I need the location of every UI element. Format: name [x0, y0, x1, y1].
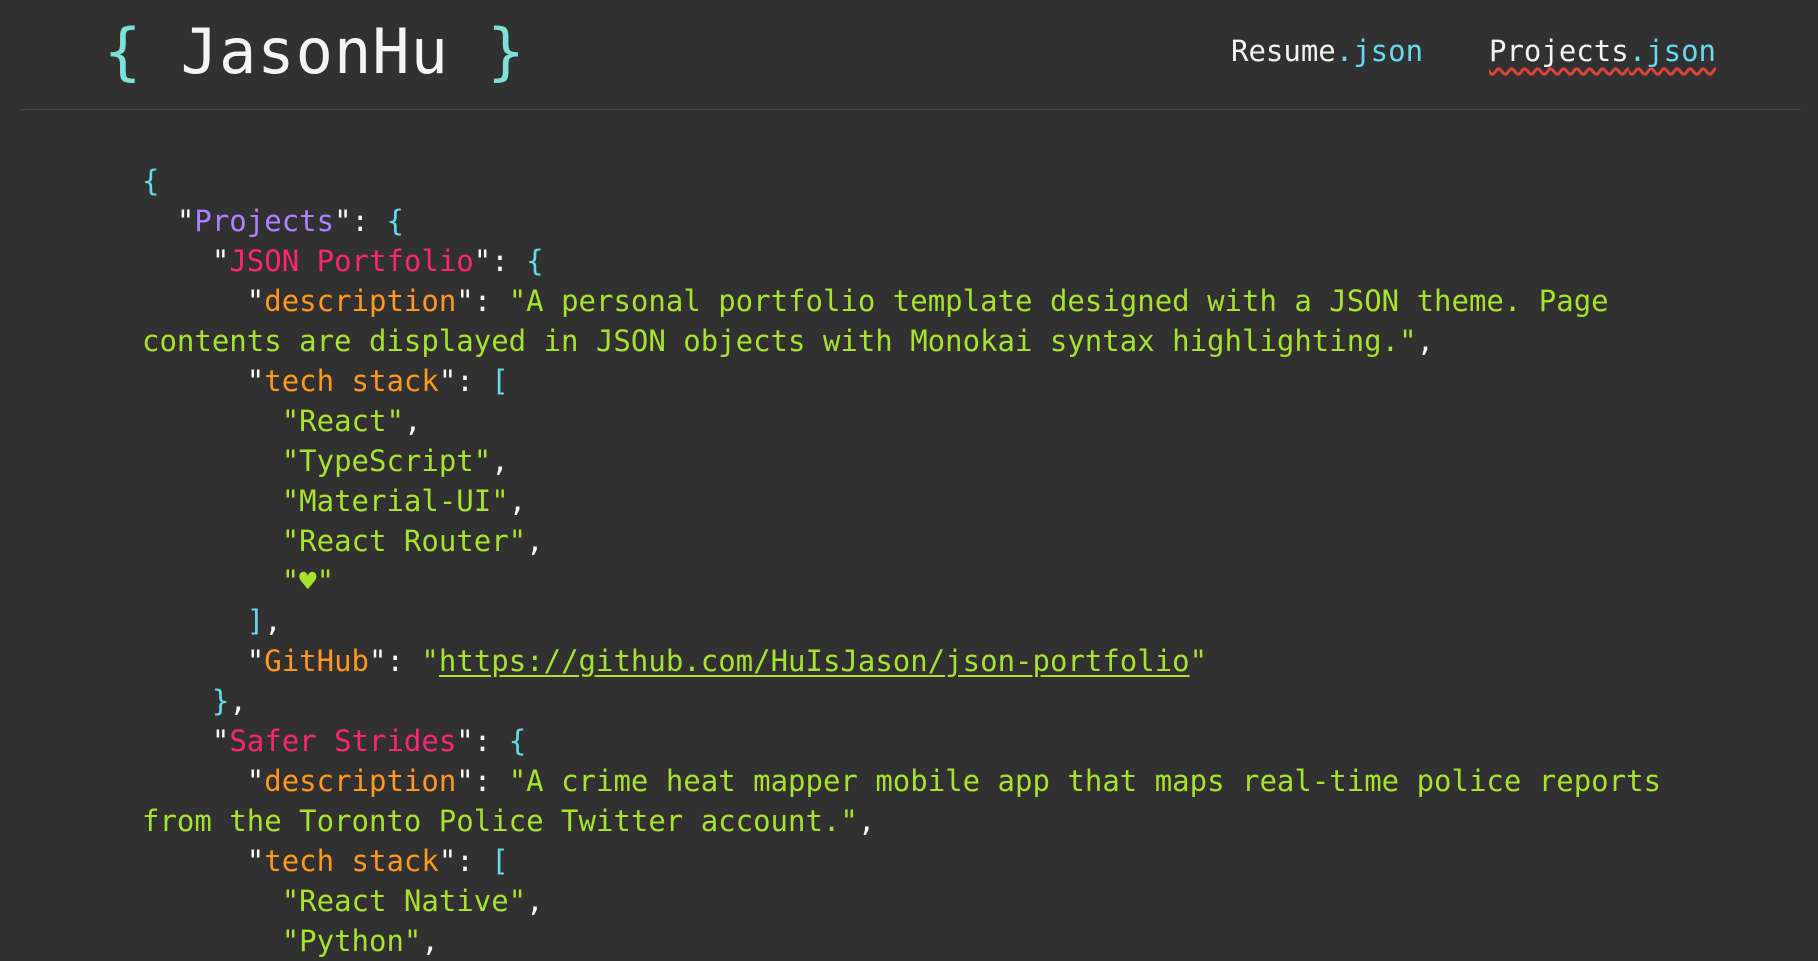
code-line: "React Router",: [281, 524, 544, 558]
tech-item: "React Native": [281, 884, 527, 918]
code-line: "React",: [281, 404, 422, 438]
code-line: "Material-UI",: [281, 484, 527, 518]
nav-projects-link[interactable]: Projects.json: [1489, 30, 1716, 72]
code-line-description: "description": "A crime heat mapper mobi…: [142, 764, 1679, 838]
code-line: "Projects": {: [176, 204, 404, 238]
code-line: "TypeScript",: [281, 444, 509, 478]
heart-icon: ♥: [299, 564, 317, 598]
tech-item: "React Router": [281, 524, 527, 558]
code-line: "tech stack": [: [246, 364, 509, 398]
logo-close-brace: }: [487, 15, 526, 88]
nav-projects-ext: .json: [1628, 34, 1716, 68]
code-line: "tech stack": [: [246, 844, 509, 878]
tech-item: "React": [281, 404, 404, 438]
field-key: description: [264, 764, 457, 798]
code-line: "Safer Strides": {: [211, 724, 527, 758]
code-line: ],: [246, 604, 282, 638]
root-key: Projects: [194, 204, 335, 238]
field-key: tech stack: [264, 844, 439, 878]
field-key: GitHub: [264, 644, 369, 678]
field-key: tech stack: [264, 364, 439, 398]
code-line: "JSON Portfolio": {: [211, 244, 544, 278]
github-link[interactable]: https://github.com/HuIsJason/json-portfo…: [439, 644, 1190, 678]
tech-item: "Material-UI": [281, 484, 509, 518]
logo-name: JasonHu: [180, 15, 449, 88]
code-line: {: [142, 164, 160, 198]
tech-item: "Python": [281, 924, 422, 958]
projects-json-view: { "Projects": { "JSON Portfolio": { "des…: [142, 161, 1702, 961]
code-line: "♥": [142, 561, 1702, 601]
logo-open-brace: {: [104, 15, 143, 88]
nav-resume-ext: .json: [1335, 34, 1424, 68]
site-logo[interactable]: { JasonHu }: [104, 14, 526, 90]
tech-item: "TypeScript": [281, 444, 492, 478]
nav-projects-name: Projects: [1489, 34, 1629, 68]
code-line: "GitHub": "https://github.com/HuIsJason/…: [246, 644, 1208, 678]
code-line-description: "description": "A personal portfolio tem…: [142, 284, 1627, 358]
nav-resume-name: Resume: [1231, 34, 1336, 68]
code-line: },: [211, 684, 247, 718]
project-key-safer-strides: Safer Strides: [229, 724, 457, 758]
field-key: description: [264, 284, 457, 318]
code-line: "Python",: [281, 924, 439, 958]
code-line: "React Native",: [281, 884, 544, 918]
tech-item-heart: "♥": [281, 564, 335, 598]
project-key-json-portfolio: JSON Portfolio: [229, 244, 474, 278]
site-header: { JasonHu } Resume.json Projects.json: [21, 0, 1801, 110]
nav-resume-link[interactable]: Resume.json: [1231, 30, 1423, 72]
